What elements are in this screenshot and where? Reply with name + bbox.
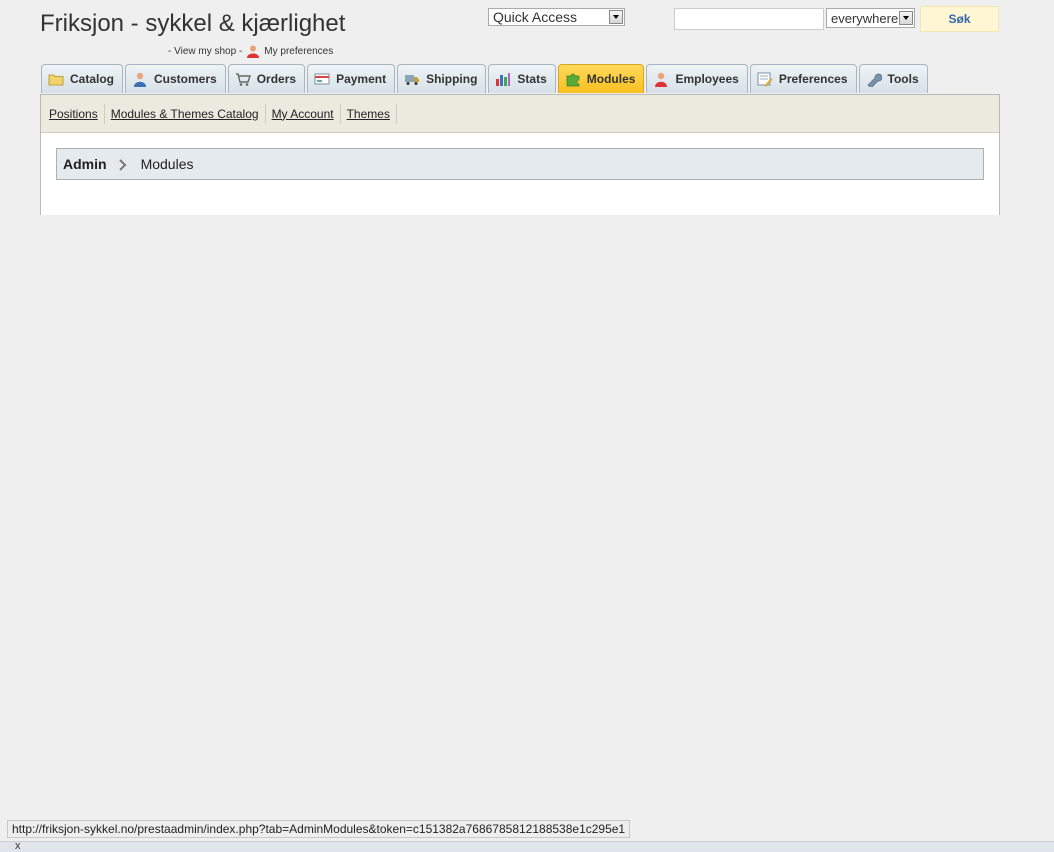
- subtab-bar: Positions Modules & Themes Catalog My Ac…: [41, 95, 999, 133]
- employee-icon: [653, 71, 669, 87]
- search-scope-select[interactable]: everywhere: [826, 8, 915, 28]
- payment-icon: [314, 71, 330, 87]
- tab-catalog[interactable]: Catalog: [41, 64, 124, 93]
- tab-label: Modules: [586, 72, 636, 86]
- quick-access-value: Quick Access: [493, 9, 578, 25]
- tab-label: Employees: [675, 72, 739, 86]
- breadcrumb: Admin Modules: [56, 148, 984, 180]
- tab-preferences[interactable]: Preferences: [749, 64, 857, 93]
- main-tabs: Catalog Customers Orders Payment Shippin…: [41, 64, 930, 94]
- tab-orders[interactable]: Orders: [227, 64, 306, 93]
- shop-title: Friksjon - sykkel & kjærlighet: [40, 10, 346, 37]
- folder-icon: [48, 71, 64, 87]
- status-bar-url: http://friksjon-sykkel.no/prestaadmin/in…: [7, 820, 631, 838]
- user-icon: [246, 44, 260, 58]
- tab-shipping[interactable]: Shipping: [397, 64, 487, 93]
- subtab-themes[interactable]: Themes: [341, 103, 397, 124]
- tab-label: Payment: [336, 72, 387, 86]
- preferences-icon: [757, 71, 773, 87]
- customer-icon: [132, 71, 148, 87]
- tab-payment[interactable]: Payment: [307, 64, 396, 93]
- tab-customers[interactable]: Customers: [125, 64, 226, 93]
- tab-label: Preferences: [778, 72, 848, 86]
- cart-icon: [235, 71, 251, 87]
- subtab-modules-themes-catalog[interactable]: Modules & Themes Catalog: [105, 103, 266, 124]
- tab-label: Customers: [154, 72, 217, 86]
- search-button[interactable]: Søk: [920, 6, 999, 32]
- tab-label: Tools: [887, 72, 919, 86]
- view-shop-link[interactable]: - View my shop -: [168, 46, 242, 57]
- subtab-positions[interactable]: Positions: [43, 103, 105, 124]
- close-icon[interactable]: x: [15, 841, 21, 852]
- tab-label: Shipping: [426, 72, 478, 86]
- chevron-down-icon[interactable]: [609, 10, 623, 24]
- tab-label: Catalog: [70, 72, 115, 86]
- tab-employees[interactable]: Employees: [646, 64, 748, 93]
- puzzle-icon: [565, 71, 581, 87]
- quick-access-select[interactable]: Quick Access: [488, 8, 625, 26]
- subtab-my-account[interactable]: My Account: [266, 103, 341, 124]
- bottom-strip: [0, 841, 1054, 852]
- breadcrumb-current: Modules: [140, 156, 194, 172]
- breadcrumb-root[interactable]: Admin: [63, 156, 107, 172]
- truck-icon: [404, 71, 420, 87]
- my-preferences-link[interactable]: My preferences: [264, 46, 333, 57]
- tab-label: Stats: [517, 72, 547, 86]
- tab-stats[interactable]: Stats: [488, 64, 556, 93]
- content-panel: Positions Modules & Themes Catalog My Ac…: [40, 94, 1000, 215]
- bar-chart-icon: [495, 71, 511, 87]
- header-subnav: - View my shop - My preferences: [168, 44, 333, 58]
- tab-modules[interactable]: Modules: [557, 64, 645, 93]
- chevron-down-icon[interactable]: [899, 11, 913, 25]
- chevron-right-icon: [118, 158, 127, 171]
- search-scope-value: everywhere: [831, 10, 899, 26]
- search-input[interactable]: [674, 8, 824, 30]
- wrench-icon: [866, 71, 882, 89]
- tab-tools[interactable]: Tools: [858, 64, 928, 93]
- tab-label: Orders: [256, 72, 297, 86]
